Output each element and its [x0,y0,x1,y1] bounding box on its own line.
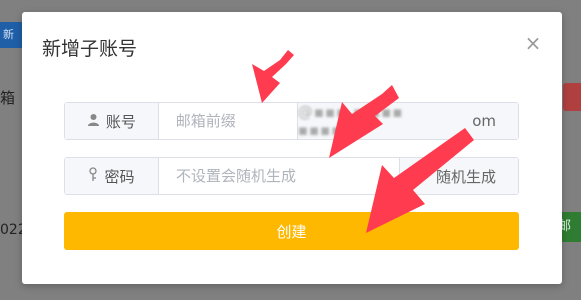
email-domain-suffix: om [472,112,496,130]
password-label-addon: 密码 [65,158,159,194]
user-icon [87,113,100,130]
account-label-addon: 账号 [65,103,159,139]
email-domain-hidden: @▪▪▪ ▪ ▪▪▪ ▪▪▪▪.c [297,103,404,139]
close-icon[interactable]: × [525,31,542,55]
close-button[interactable]: × [522,32,544,54]
password-input[interactable] [159,158,399,194]
create-button[interactable]: 创建 [64,212,519,250]
background-tab: 新 [0,22,22,48]
password-label: 密码 [104,167,135,186]
background-red-button [563,83,581,111]
random-generate-button[interactable]: 随机生成 [399,158,518,194]
account-input-group: 账号 @▪▪▪ ▪ ▪▪▪ ▪▪▪▪.c om [64,102,519,140]
dialog-title: 新增子账号 [42,38,138,60]
email-prefix-input[interactable] [158,103,297,139]
password-input-group: 密码 随机生成 [64,157,519,195]
account-label: 账号 [105,112,136,131]
email-domain-select[interactable]: @▪▪▪ ▪ ▪▪▪ ▪▪▪▪.c om [296,103,518,139]
background-text: 箱 [0,89,16,107]
add-sub-account-dialog: 新增子账号 × 账号 @▪▪▪ ▪ ▪▪▪ ▪▪▪▪.c om 密码 随机生成 … [22,12,562,284]
key-icon [88,166,98,186]
